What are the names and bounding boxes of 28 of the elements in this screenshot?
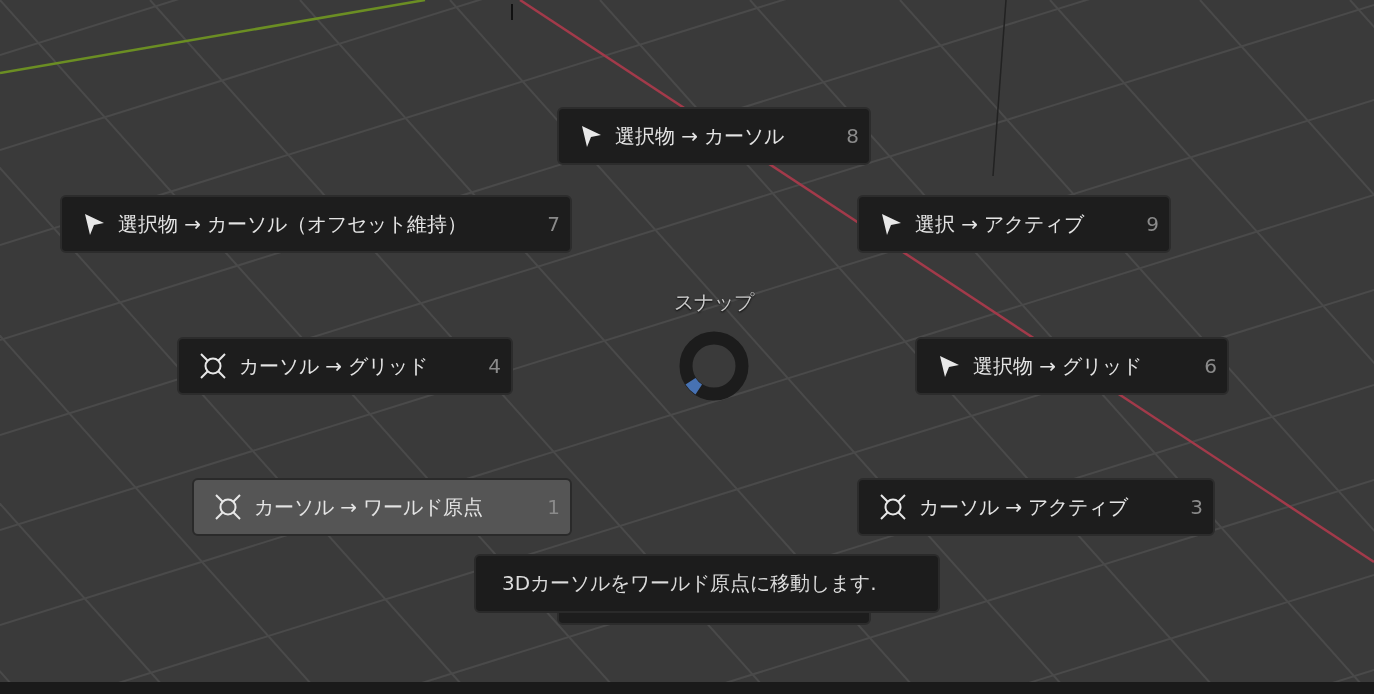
pie-menu-item[interactable]: 選択物 → グリッド 6 [915,337,1229,395]
pie-menu-item[interactable]: 選択物 → カーソル 8 [557,107,871,165]
pie-menu-item-label: カーソル → アクティブ [919,493,1129,521]
shortcut-number: 7 [547,212,560,236]
pie-menu-item[interactable]: カーソル → アクティブ 3 [857,478,1215,536]
shortcut-number: 8 [846,124,859,148]
pie-menu-item-label: 選択物 → グリッド [973,352,1143,380]
pie-menu-item[interactable]: 選択 → アクティブ 9 [857,195,1171,253]
tooltip: 3Dカーソルをワールド原点に移動します. [474,554,940,613]
3d-cursor-icon [199,352,227,380]
pie-menu-title: スナップ [673,289,756,316]
pointer-arrow-icon [879,212,903,236]
shortcut-number: 3 [1190,495,1203,519]
3d-cursor-icon [879,493,907,521]
pointer-arrow-icon [82,212,106,236]
shortcut-number: 9 [1146,212,1159,236]
pie-menu-item-label: カーソル → ワールド原点 [254,493,484,521]
pie-menu-item-label: 選択物 → カーソル [615,122,785,150]
shortcut-number: 4 [488,354,501,378]
pie-menu-item[interactable]: カーソル → グリッド 4 [177,337,513,395]
pie-menu-item-label: カーソル → グリッド [239,352,429,380]
pie-menu-item-label: 選択物 → カーソル（オフセット維持） [118,210,468,238]
3d-cursor-icon [214,493,242,521]
pointer-arrow-icon [937,354,961,378]
pie-menu-item[interactable]: 選択物 → カーソル（オフセット維持） 7 [60,195,572,253]
pointer-arrow-icon [579,124,603,148]
pie-menu-item-label: 選択 → アクティブ [915,210,1085,238]
shortcut-number: 6 [1204,354,1217,378]
